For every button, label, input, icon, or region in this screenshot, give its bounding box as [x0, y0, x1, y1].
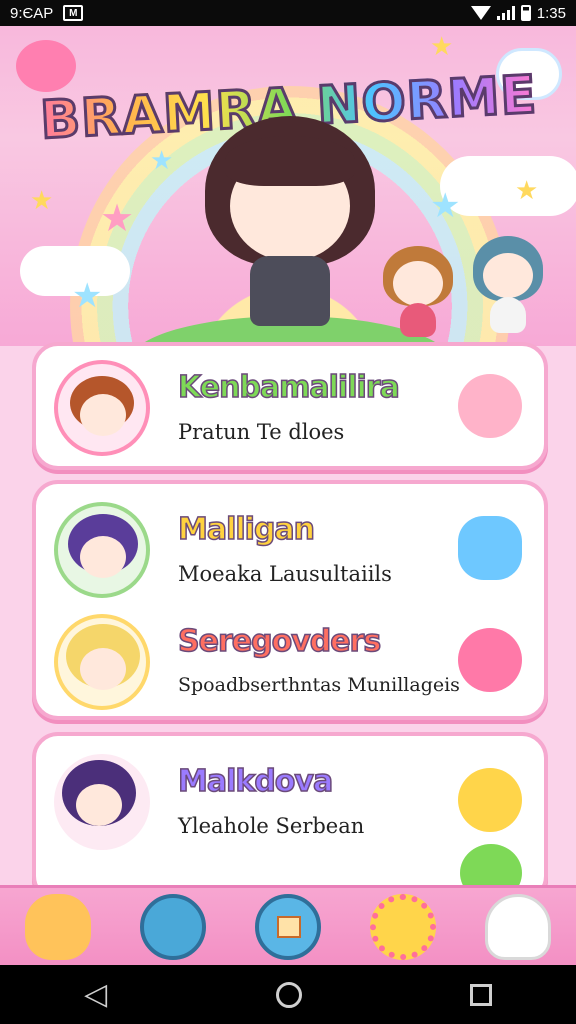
entry-subtitle: Yleahole Serbean [178, 814, 365, 838]
system-nav-bar: ◁ [0, 965, 576, 1024]
star-icon: ★ [430, 186, 461, 226]
entry-title: Kenbamalilira [177, 369, 400, 406]
star-icon: ★ [430, 32, 454, 62]
status-left-text: 9:ЄАР [10, 4, 54, 22]
main-character-illustration [195, 106, 385, 336]
avatar [54, 614, 150, 710]
calendar-icon[interactable] [254, 893, 321, 960]
side-character-illustration [378, 241, 458, 341]
hero-banner: ★ ★ ★ ★ ★ ★ ★ BRAMRA NORME [0, 26, 576, 346]
entry-title: Malligan [177, 511, 316, 548]
list-item[interactable]: Malkdova Yleahole Serbean [36, 742, 544, 862]
entry-subtitle: Moeaka Lausultaiils [178, 562, 392, 586]
status-time: 1:35 [536, 4, 566, 22]
character-card[interactable]: Kenbamalilira Pratun Te dloes [32, 342, 548, 470]
recents-icon[interactable] [469, 983, 492, 1006]
avatar [54, 360, 150, 456]
list-item[interactable]: Kenbamalilira Pratun Te dloes [36, 348, 544, 468]
character-card[interactable]: Malkdova Yleahole Serbean [32, 732, 548, 902]
list-item[interactable]: Malligan Moeaka Lausultaiils [36, 490, 544, 610]
star-icon: ★ [515, 176, 539, 206]
star-icon: ★ [100, 196, 135, 240]
entry-subtitle: Spoadbserthntas Munillageis [178, 674, 460, 696]
wifi-icon [470, 6, 491, 20]
avatar [54, 754, 150, 850]
edit-pen-icon[interactable] [139, 893, 206, 960]
avatar [54, 502, 150, 598]
entry-title: Malkdova [177, 763, 334, 800]
entry-subtitle: Pratun Te dloes [178, 420, 345, 444]
app-notification-icon: M [63, 5, 84, 21]
character-card[interactable]: Malligan Moeaka Lausultaiils Seregovders… [32, 480, 548, 720]
flower-menu-icon[interactable] [370, 893, 437, 960]
home-icon[interactable] [275, 981, 302, 1008]
bottom-toolbar [0, 885, 576, 965]
blue-star-mascot-icon [458, 516, 522, 580]
side-character-illustration [468, 231, 548, 341]
pink-blob-mascot-icon [458, 628, 522, 692]
pink-mascot-icon [16, 40, 76, 92]
mascot-blob-icon[interactable] [24, 893, 91, 960]
yellow-blob-mascot-icon [458, 768, 522, 832]
pink-cat-mascot-icon [458, 374, 522, 438]
back-icon[interactable]: ◁ [84, 977, 107, 1012]
list-item[interactable]: Seregovders Spoadbserthntas Munillageis [36, 602, 544, 722]
star-icon: ★ [72, 276, 103, 316]
battery-icon [520, 5, 531, 21]
ghost-pen-icon[interactable] [485, 893, 552, 960]
signal-icon [496, 6, 515, 20]
entry-title: Seregovders [177, 623, 382, 660]
status-bar: 9:ЄАР M 1:35 [0, 0, 576, 26]
